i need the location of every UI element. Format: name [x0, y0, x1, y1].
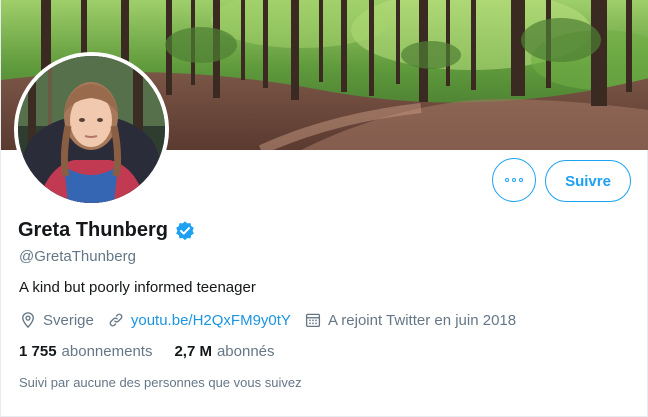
following-count: 1 755 — [19, 343, 57, 360]
bio: A kind but poorly informed teenager — [19, 279, 256, 296]
link-icon — [109, 313, 123, 327]
verified-badge-icon — [176, 220, 194, 240]
more-options-button[interactable] — [492, 158, 536, 202]
joined-text: A rejoint Twitter en juin 2018 — [327, 311, 517, 329]
profile-meta: Sverige youtu.be/H2QxFM9y0tY A rejoint T… — [19, 311, 516, 329]
joined-item: A rejoint Twitter en juin 2018 — [304, 311, 516, 329]
followers-count: 2,7 M — [174, 343, 212, 360]
location-pin-icon — [22, 312, 34, 329]
website-link[interactable]: youtu.be/H2QxFM9y0tY — [131, 312, 291, 329]
avatar-photo — [18, 56, 165, 203]
following-stat[interactable]: 1 755 abonnements — [19, 343, 152, 360]
profile-avatar[interactable] — [14, 52, 169, 207]
location-item: Sverige — [19, 311, 94, 329]
calendar-icon — [305, 313, 320, 328]
followed-by-text: Suivi par aucune des personnes que vous … — [19, 375, 302, 390]
following-label: abonnements — [61, 343, 153, 360]
followers-stat[interactable]: 2,7 M abonnés — [174, 343, 274, 360]
profile-stats: 1 755 abonnements 2,7 M abonnés — [19, 343, 275, 360]
location-text: Sverige — [43, 311, 94, 329]
handle: @GretaThunberg — [19, 248, 136, 265]
follow-button[interactable]: Suivre — [545, 160, 631, 202]
display-name: Greta Thunberg — [18, 219, 169, 241]
profile-card: Suivre Greta Thunberg @GretaThunberg A k… — [0, 0, 648, 417]
name-row: Greta Thunberg — [18, 219, 196, 242]
more-dots-icon — [505, 178, 523, 182]
followers-label: abonnés — [216, 343, 275, 360]
website-item[interactable]: youtu.be/H2QxFM9y0tY — [107, 311, 291, 329]
